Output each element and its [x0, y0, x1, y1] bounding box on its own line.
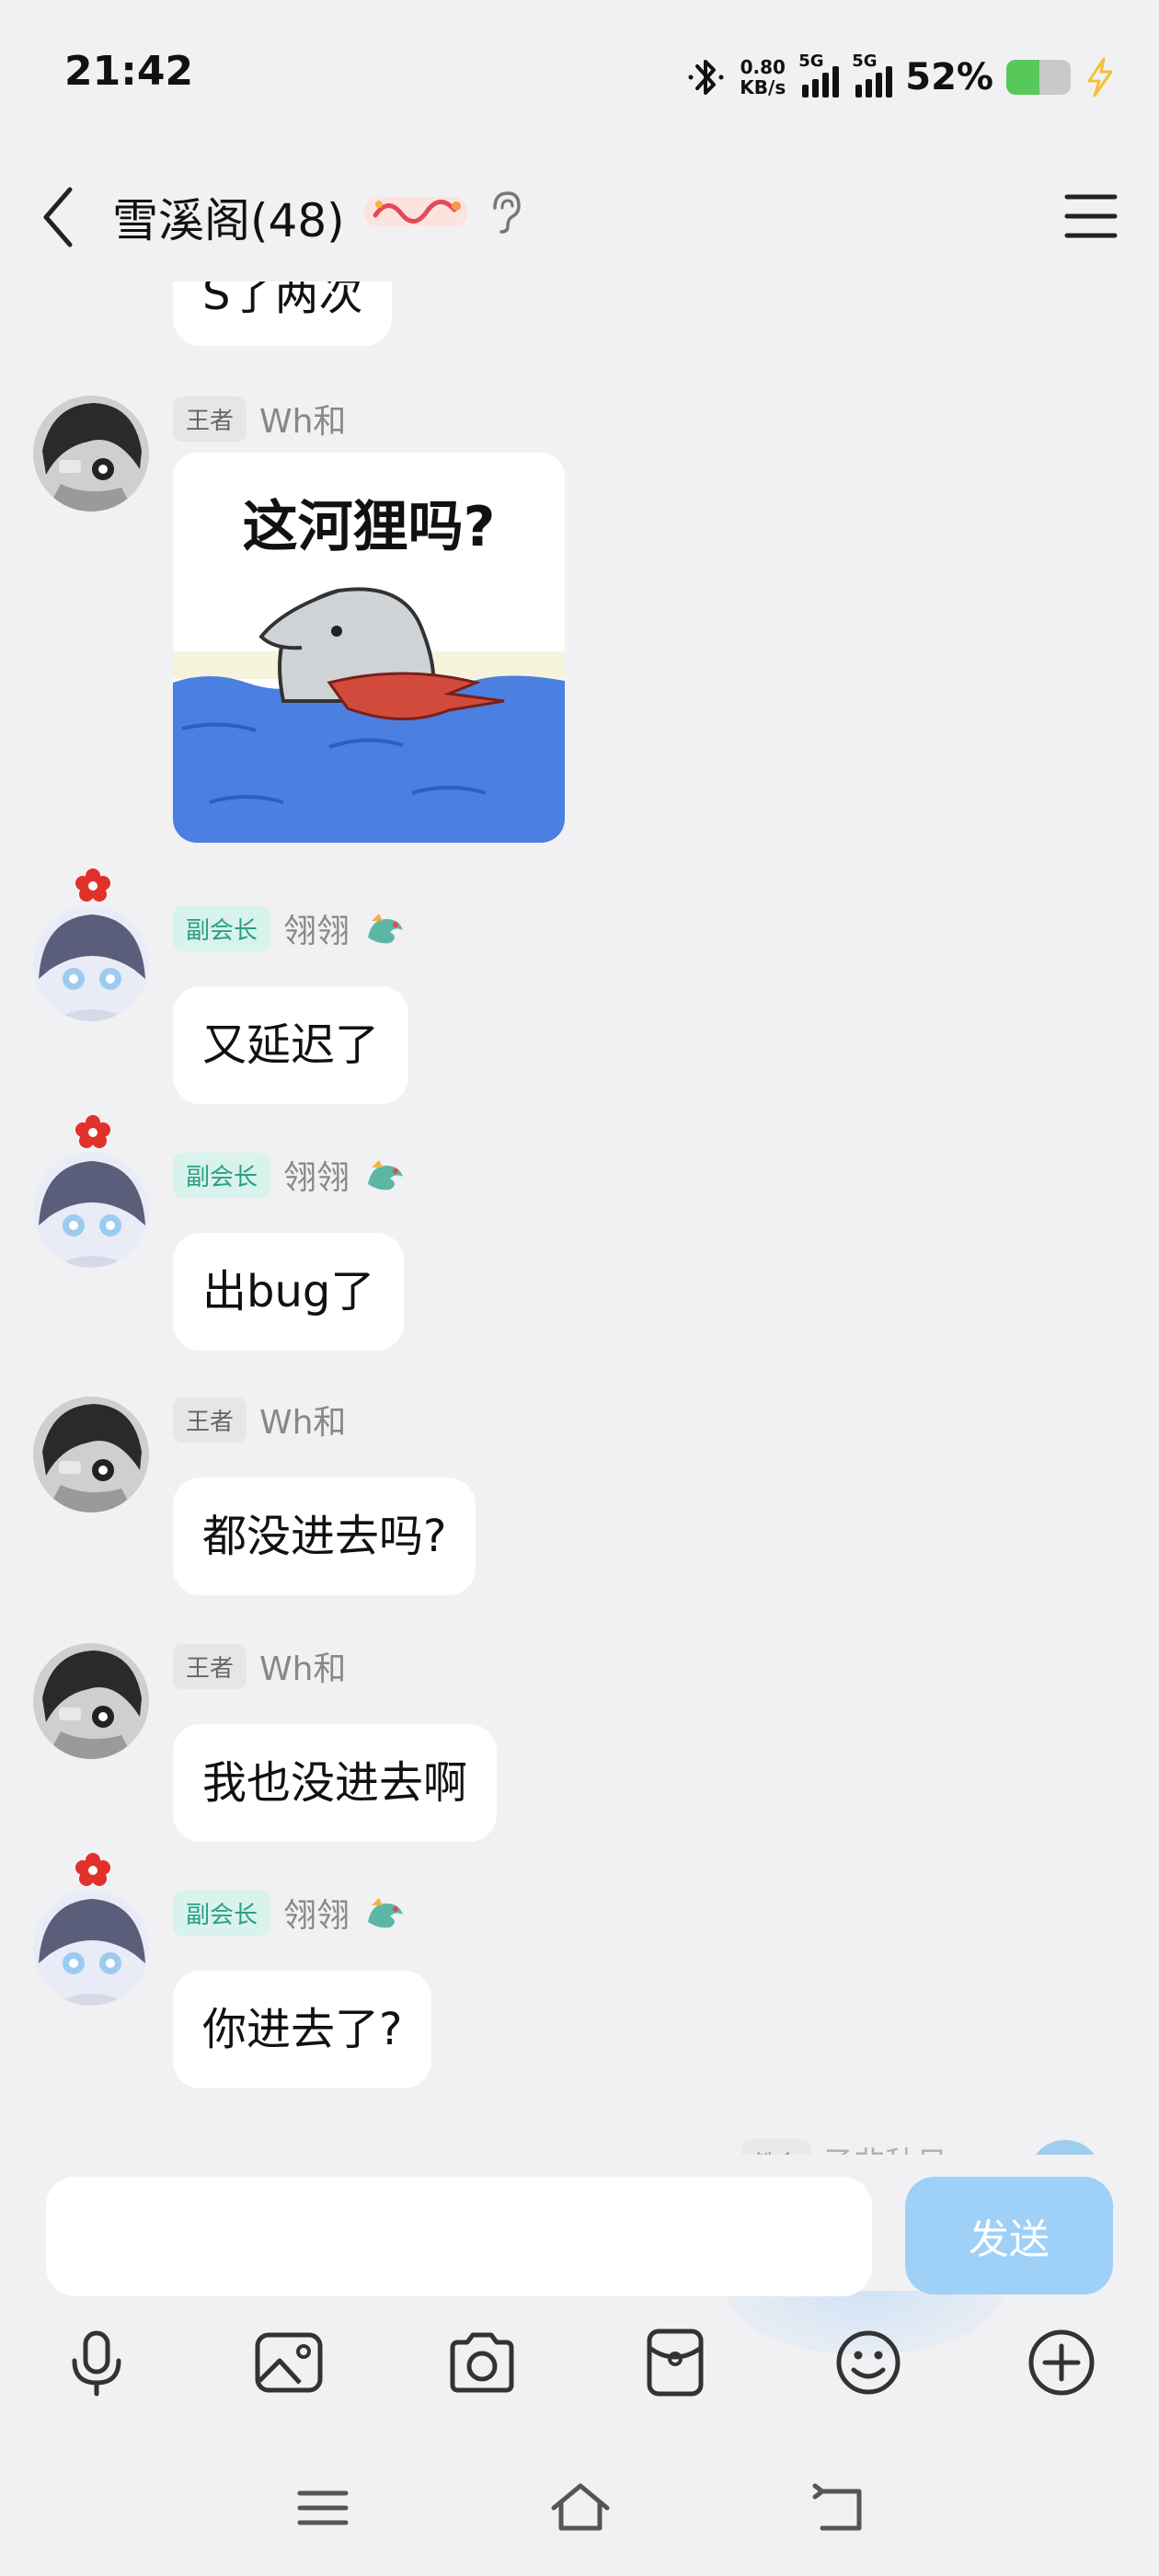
speed-unit: KB/s [740, 76, 786, 98]
menu-icon[interactable] [291, 2480, 355, 2536]
avatar[interactable] [33, 905, 149, 1021]
speed-value: 0.80 [740, 56, 786, 78]
message-list[interactable]: S了两次 王者 Wh和 这河狸吗? 副会长 翎翎 又延迟了 副会长 翎翎 出bu… [0, 282, 1159, 2155]
battery-percent: 52% [905, 56, 993, 98]
sender-name[interactable]: 翎翎 [283, 1889, 350, 1937]
sender-name[interactable]: Wh和 [259, 395, 346, 443]
role-badge: 王者 [173, 396, 247, 442]
net-type-1: 5G [798, 52, 824, 71]
sender-line: 副会长 翎翎 [173, 1890, 408, 1936]
camera-icon[interactable] [445, 2326, 519, 2399]
status-bar: 21:42 0.80 KB/s 5G 5G 52% [0, 0, 1159, 156]
sender-line: 王者 Wh和 [173, 396, 346, 442]
flower-decoration-icon [75, 1853, 110, 1886]
dragon-badge-icon [368, 914, 404, 944]
input-toolbar [0, 2291, 1159, 2429]
avatar [1028, 2140, 1102, 2155]
sender-name: 孑非秋日 [822, 2138, 947, 2155]
signal-icon-2: 5G [852, 52, 893, 98]
home-icon[interactable] [548, 2480, 613, 2536]
role-badge: 王者 [173, 1643, 247, 1689]
flower-decoration-icon [75, 868, 110, 902]
sticker-caption: 这河狸吗? [242, 495, 496, 559]
dragon-badge-icon [368, 1160, 404, 1190]
message-bubble[interactable]: 都没进去吗? [173, 1478, 476, 1595]
charging-bolt-icon [1087, 57, 1113, 98]
sender-name[interactable]: 翎翎 [283, 904, 350, 952]
avatar[interactable] [33, 1890, 149, 2006]
sticker-image[interactable]: 这河狸吗? [173, 453, 565, 843]
sender-name[interactable]: 翎翎 [283, 1151, 350, 1199]
role-badge: 副会长 [173, 1152, 271, 1198]
dragon-badge-icon [368, 1898, 404, 1928]
emoji-icon[interactable] [832, 2326, 905, 2399]
message-bubble[interactable]: 你进去了? [173, 1971, 432, 2088]
role-badge: 副会长 [173, 905, 271, 951]
chat-header: 雪溪阁(48) [0, 156, 1159, 282]
sender-line: 王者 Wh和 [173, 1397, 346, 1443]
system-nav-bar [0, 2438, 1159, 2576]
avatar[interactable] [33, 396, 149, 512]
more-menu-icon[interactable] [1063, 184, 1119, 248]
message-bubble[interactable]: 出bug了 [173, 1233, 405, 1351]
message-bubble[interactable]: 我也没进去啊 [173, 1724, 498, 1842]
send-button[interactable]: 发送 [905, 2177, 1113, 2294]
partial-message: 铁会 孑非秋日 [0, 2136, 1159, 2155]
role-badge: 副会长 [173, 1890, 271, 1936]
group-badge-icon [364, 197, 467, 226]
back-arrow-icon[interactable] [37, 182, 81, 252]
microphone-icon[interactable] [60, 2326, 133, 2399]
avatar[interactable] [33, 1643, 149, 1759]
plus-icon[interactable] [1025, 2326, 1098, 2399]
avatar[interactable] [33, 1397, 149, 1512]
ear-icon[interactable] [488, 190, 524, 236]
sender-name[interactable]: Wh和 [259, 1396, 346, 1443]
input-bar: 发送 [0, 2155, 1159, 2296]
net-type-2: 5G [852, 52, 878, 71]
bluetooth-icon [688, 60, 724, 95]
role-badge: 王者 [173, 1397, 247, 1443]
back-icon[interactable] [806, 2480, 870, 2536]
avatar[interactable] [33, 1152, 149, 1268]
role-badge: 铁会 [741, 2139, 811, 2155]
sender-line: 副会长 翎翎 [173, 1152, 408, 1198]
message-bubble[interactable]: S了两次 [173, 282, 393, 346]
red-packet-icon[interactable] [638, 2326, 712, 2399]
battery-icon [1006, 60, 1071, 95]
status-time: 21:42 [64, 48, 194, 95]
status-icons: 0.80 KB/s 5G 5G 52% [686, 50, 1117, 105]
sender-line: 王者 Wh和 [173, 1643, 346, 1689]
sender-line: 副会长 翎翎 [173, 905, 408, 951]
flower-decoration-icon [75, 1115, 110, 1148]
group-title[interactable]: 雪溪阁(48) [112, 184, 345, 250]
message-bubble[interactable]: 又延迟了 [173, 986, 409, 1104]
sender-name[interactable]: Wh和 [259, 1642, 346, 1690]
image-icon[interactable] [252, 2326, 326, 2399]
network-speed: 0.80 KB/s [740, 57, 786, 98]
message-input[interactable] [46, 2177, 872, 2296]
signal-icon-1: 5G [798, 52, 840, 98]
